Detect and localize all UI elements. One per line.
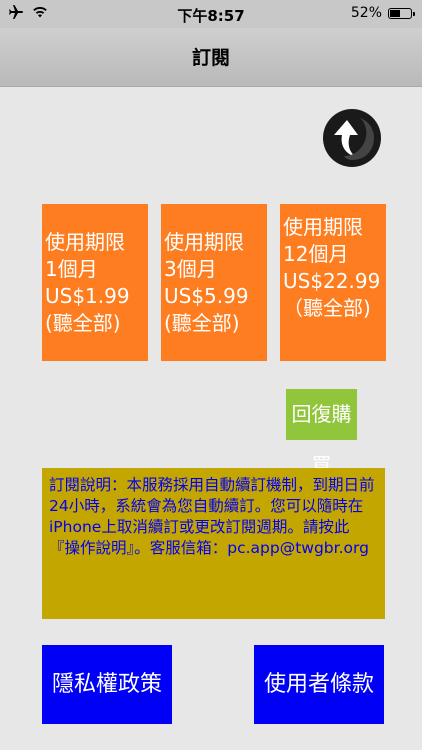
plan-duration: 3個月 [164, 257, 217, 281]
plan-1-month-button[interactable]: 使用期限 1個月 US$1.99 (聽全部) [42, 204, 148, 361]
battery-percent: 52% [350, 5, 382, 21]
plan-duration: 12個月 [283, 242, 349, 266]
page-title: 訂閱 [191, 47, 230, 69]
plan-price: US$22.99（聽全部) [283, 269, 381, 320]
restore-purchase-icon[interactable] [322, 108, 382, 168]
status-bar: 下午8:57 52% [0, 0, 422, 28]
plan-scope: (聽全部) [45, 311, 121, 335]
plan-label: 使用期限 [45, 230, 125, 254]
plan-label: 使用期限 [283, 215, 363, 239]
navigation-bar: 訂閱 [0, 28, 422, 87]
plan-price: US$5.99 [164, 284, 249, 308]
plan-scope: (聽全部) [164, 311, 240, 335]
plan-duration: 1個月 [45, 257, 98, 281]
terms-of-use-button[interactable]: 使用者條款 [254, 645, 384, 724]
plan-12-month-button[interactable]: 使用期限 12個月 US$22.99（聽全部) [280, 204, 386, 361]
plan-3-month-button[interactable]: 使用期限 3個月 US$5.99 (聽全部) [161, 204, 267, 361]
privacy-policy-button[interactable]: 隱私權政策 [42, 645, 172, 724]
plan-price: US$1.99 [45, 284, 130, 308]
plan-label: 使用期限 [164, 230, 244, 254]
subscription-notice[interactable]: 訂閱說明：本服務採用自動續訂機制，到期日前24小時，系統會為您自動續訂。您可以隨… [42, 468, 385, 619]
status-right: 52% [350, 5, 415, 21]
restore-purchase-button[interactable]: 回復購買 [286, 389, 357, 477]
battery-icon [388, 7, 415, 19]
